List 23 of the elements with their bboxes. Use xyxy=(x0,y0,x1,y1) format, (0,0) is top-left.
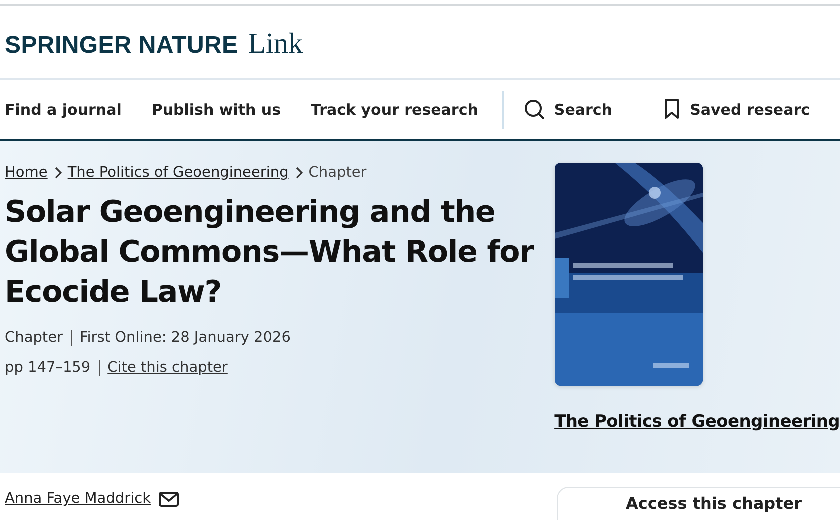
breadcrumb-link[interactable]: Home xyxy=(5,165,48,181)
content-type: Chapter xyxy=(5,329,63,348)
search-icon xyxy=(524,98,546,120)
publication-date: First Online: 28 January 2026 xyxy=(80,329,291,348)
chevron-icon xyxy=(54,167,62,179)
bookmark-icon xyxy=(664,99,680,120)
search-button[interactable]: Search xyxy=(524,98,612,120)
access-title: Access this chapter xyxy=(626,494,802,513)
cite-link[interactable]: Cite this chapter xyxy=(108,353,228,383)
breadcrumb-link[interactable]: The Politics of Geoengineering xyxy=(68,165,289,181)
logo-brand[interactable]: SPRINGER NATURE xyxy=(5,32,238,60)
saved-research-link[interactable]: Saved researc xyxy=(664,99,810,120)
breadcrumb-current: Chapter xyxy=(308,165,367,181)
logo-product[interactable]: Link xyxy=(248,28,304,61)
chevron-icon xyxy=(294,167,303,179)
page-range: pp 147–159 xyxy=(5,359,91,378)
book-title-link[interactable]: The Politics of Geoengineering xyxy=(554,412,840,432)
author-link[interactable]: Anna Faye Maddrick xyxy=(5,491,151,507)
nav-link[interactable]: Publish with us xyxy=(152,100,282,118)
nav-link[interactable]: Track your research xyxy=(311,100,478,118)
mail-icon[interactable] xyxy=(158,492,179,506)
nav-link[interactable]: Find a journal xyxy=(5,100,122,118)
chapter-title: Solar Geoengineering and the Global Commons—What Role for Ecocide Law? xyxy=(5,194,536,312)
